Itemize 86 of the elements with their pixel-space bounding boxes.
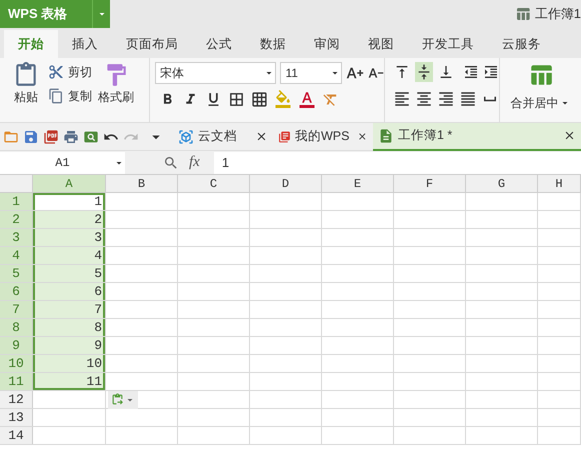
borders-icon[interactable] [228,90,245,108]
close-icon[interactable] [255,130,268,143]
indent-decrease-icon[interactable] [463,63,479,81]
table-cell: 5 [33,265,106,282]
cut-button[interactable]: 剪切 [48,63,92,81]
row-header[interactable]: 12 [0,391,33,408]
save-icon[interactable] [23,128,39,144]
row-header[interactable]: 9 [0,337,33,354]
table-cell: 1 [33,193,106,210]
table-cell: 2 [33,211,106,228]
column-header[interactable]: H [538,175,581,192]
copy-icon [48,88,64,104]
name-box[interactable]: A1 [0,152,125,174]
workbook-icon [514,6,531,22]
align-center-icon[interactable] [415,90,433,108]
table-cell: 7 [33,301,106,318]
row-header[interactable]: 11 [0,373,33,390]
column-header[interactable]: F [394,175,466,192]
tab-label: 云文档 [198,128,237,146]
tab-label: 工作簿1 * [398,127,452,144]
font-name-field[interactable]: 宋体 [155,62,276,84]
table-cell: 8 [33,319,106,336]
column-header[interactable]: B [106,175,178,192]
ribbon-tab[interactable]: 公式 [192,30,246,58]
format-painter-button[interactable]: 格式刷 [96,62,136,106]
paste-options-icon [110,393,124,406]
cube-icon [178,128,194,144]
document-tab[interactable]: 云文档 [173,122,273,150]
column-header[interactable]: D [250,175,322,192]
row-header[interactable]: 10 [0,355,33,372]
indent-increase-icon[interactable] [483,63,499,81]
tab-label: 我的WPS [294,128,350,146]
ribbon-tab[interactable]: 插入 [58,30,112,58]
row-header[interactable]: 7 [0,301,33,318]
copy-button[interactable]: 复制 [48,87,92,105]
search-icon[interactable] [163,154,179,170]
ribbon-tab[interactable]: 云服务 [488,30,555,58]
row-header[interactable]: 6 [0,283,33,300]
ribbon-tab[interactable]: 数据 [246,30,300,58]
function-button[interactable]: fx [189,151,200,174]
column-header[interactable]: E [322,175,394,192]
row-header[interactable]: 4 [0,247,33,264]
align-left-icon[interactable] [393,90,411,108]
row-header[interactable]: 3 [0,229,33,246]
font-size-field[interactable]: 11 [280,62,342,84]
pdf-icon[interactable] [43,128,59,144]
merge-center-button[interactable]: 合并居中 [510,62,570,122]
paste-button[interactable]: 粘贴 [8,62,44,106]
row-header[interactable]: 13 [0,409,33,426]
justify-icon[interactable] [459,90,477,108]
ribbon-tab[interactable]: 视图 [354,30,408,58]
table-cell: 10 [33,355,106,372]
close-icon[interactable] [563,129,576,142]
row-header[interactable]: 1 [0,193,33,210]
ribbon-tab[interactable]: 页面布局 [112,30,192,58]
ribbon-tab[interactable]: 开发工具 [408,30,488,58]
wps-logo-icon [278,128,291,144]
column-header[interactable]: G [466,175,538,192]
font-color-icon[interactable] [298,90,316,108]
formula-field[interactable]: 1 [214,152,581,174]
row-header[interactable]: 5 [0,265,33,282]
app-menu-button[interactable]: WPS 表格 [0,0,92,28]
auto-fill-options-button[interactable] [108,390,138,408]
print-icon[interactable] [63,128,79,144]
document-tab[interactable]: 我的WPS [273,122,373,150]
table-cell: 3 [33,229,106,246]
column-header[interactable]: C [178,175,250,192]
ribbon-tab[interactable]: 审阅 [300,30,354,58]
document-title: 工作簿1 [534,5,581,24]
table-cell: 6 [33,283,106,300]
table-cell: 9 [33,337,106,354]
cell-format-icon[interactable] [251,90,268,108]
sheet-icon [378,128,394,144]
scissors-icon [48,64,64,80]
ribbon-tab[interactable]: 开始 [4,30,58,58]
fill-color-icon[interactable] [274,90,292,108]
row-header[interactable]: 2 [0,211,33,228]
column-header[interactable]: A [33,175,106,192]
document-tab[interactable]: 工作簿1 * [373,122,581,150]
table-cell: 4 [33,247,106,264]
table-cell: 11 [33,373,106,390]
row-header[interactable]: 8 [0,319,33,336]
vertical-align-icon[interactable] [415,62,433,82]
print-preview-icon[interactable] [83,128,99,144]
align-right-icon[interactable] [437,90,455,108]
row-header[interactable]: 14 [0,427,33,444]
